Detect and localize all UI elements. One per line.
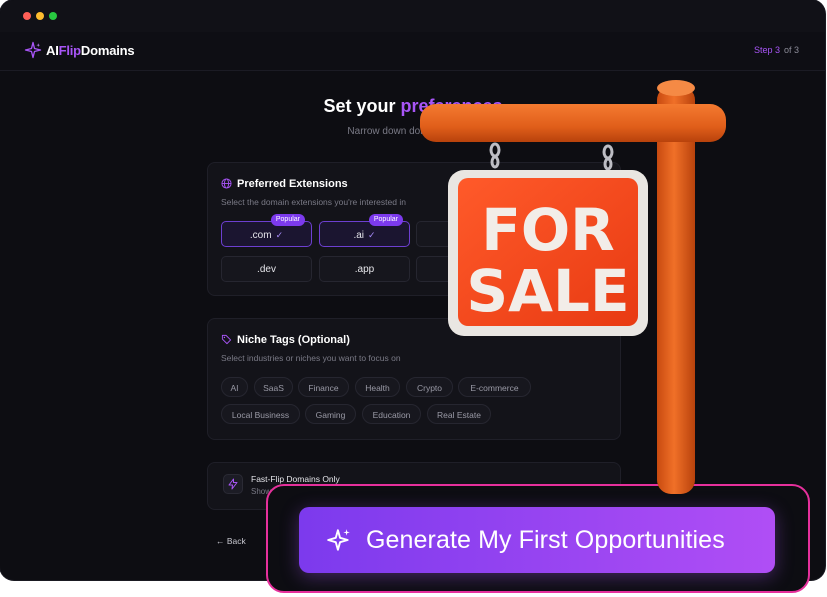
window-titlebar: [0, 0, 825, 32]
close-window-button[interactable]: [23, 12, 31, 20]
niche-tag-finance[interactable]: Finance: [298, 377, 349, 397]
extension-option-ai[interactable]: .ai ✓ Popular: [319, 214, 410, 247]
tag-icon: [221, 334, 232, 345]
niche-tag-real-estate[interactable]: Real Estate: [427, 404, 491, 424]
maximize-window-button[interactable]: [49, 12, 57, 20]
niche-tag-education[interactable]: Education: [362, 404, 421, 424]
step-indicator: Step 3 of 3: [754, 45, 799, 55]
popular-badge: Popular: [368, 214, 403, 226]
check-icon: ✓: [368, 230, 376, 240]
niche-tag-saas[interactable]: SaaS: [254, 377, 293, 397]
popular-badge: Popular: [270, 214, 305, 226]
extension-option-hidden-1[interactable]: [416, 221, 476, 247]
niche-tag-local-business[interactable]: Local Business: [221, 404, 300, 424]
extension-option-dev[interactable]: .dev: [221, 256, 312, 282]
minimize-window-button[interactable]: [36, 12, 44, 20]
niche-tag-ecommerce[interactable]: E-commerce: [458, 377, 531, 397]
extension-label: .ai: [353, 230, 364, 241]
extension-label: .app: [354, 264, 375, 275]
back-button[interactable]: ← Back: [216, 536, 246, 546]
page-title-highlight: preferences: [400, 96, 503, 116]
extension-option-app[interactable]: .app: [319, 256, 410, 282]
page-subtitle: Narrow down domain discove: [347, 126, 479, 137]
step-total: of 3: [783, 45, 799, 55]
step-current: Step 3: [753, 45, 780, 55]
brand-prefix: AI: [46, 43, 59, 58]
niche-tag-ai[interactable]: AI: [221, 377, 248, 397]
page-title: Set your preferences: [0, 96, 825, 117]
check-icon: ✓: [275, 230, 284, 240]
extension-label: .dev: [257, 264, 276, 275]
extensions-title: Preferred Extensions: [237, 178, 348, 190]
fast-flip-icon-box: [223, 474, 243, 494]
extension-option-hidden-2[interactable]: [416, 256, 476, 282]
brand-highlight: Flip: [58, 43, 82, 58]
niche-tag-crypto[interactable]: Crypto: [406, 377, 453, 397]
globe-icon: [221, 178, 232, 189]
generate-opportunities-label: Generate My First Opportunities: [366, 526, 725, 554]
brand-logo[interactable]: AIFlipDomains: [46, 43, 135, 58]
niche-tag-health[interactable]: Health: [355, 377, 400, 397]
lightning-icon: [228, 478, 238, 490]
fast-flip-title: Fast-Flip Domains Only: [251, 474, 340, 484]
niche-tag-gaming[interactable]: Gaming: [305, 404, 356, 424]
brand-suffix: Domains: [80, 43, 135, 58]
extensions-subtitle: Select the domain extensions you're inte…: [221, 197, 406, 207]
niche-tags-title: Niche Tags (Optional): [237, 334, 350, 346]
sparkle-logo-icon: [24, 41, 42, 59]
page-title-prefix: Set your: [323, 96, 401, 116]
extension-label: .com: [249, 230, 272, 241]
sparkle-icon: [327, 529, 350, 551]
app-header: AIFlipDomains Step 3 of 3: [0, 32, 825, 71]
niche-tags-subtitle: Select industries or niches you want to …: [221, 353, 401, 363]
extension-option-com[interactable]: .com ✓ Popular: [221, 214, 312, 247]
